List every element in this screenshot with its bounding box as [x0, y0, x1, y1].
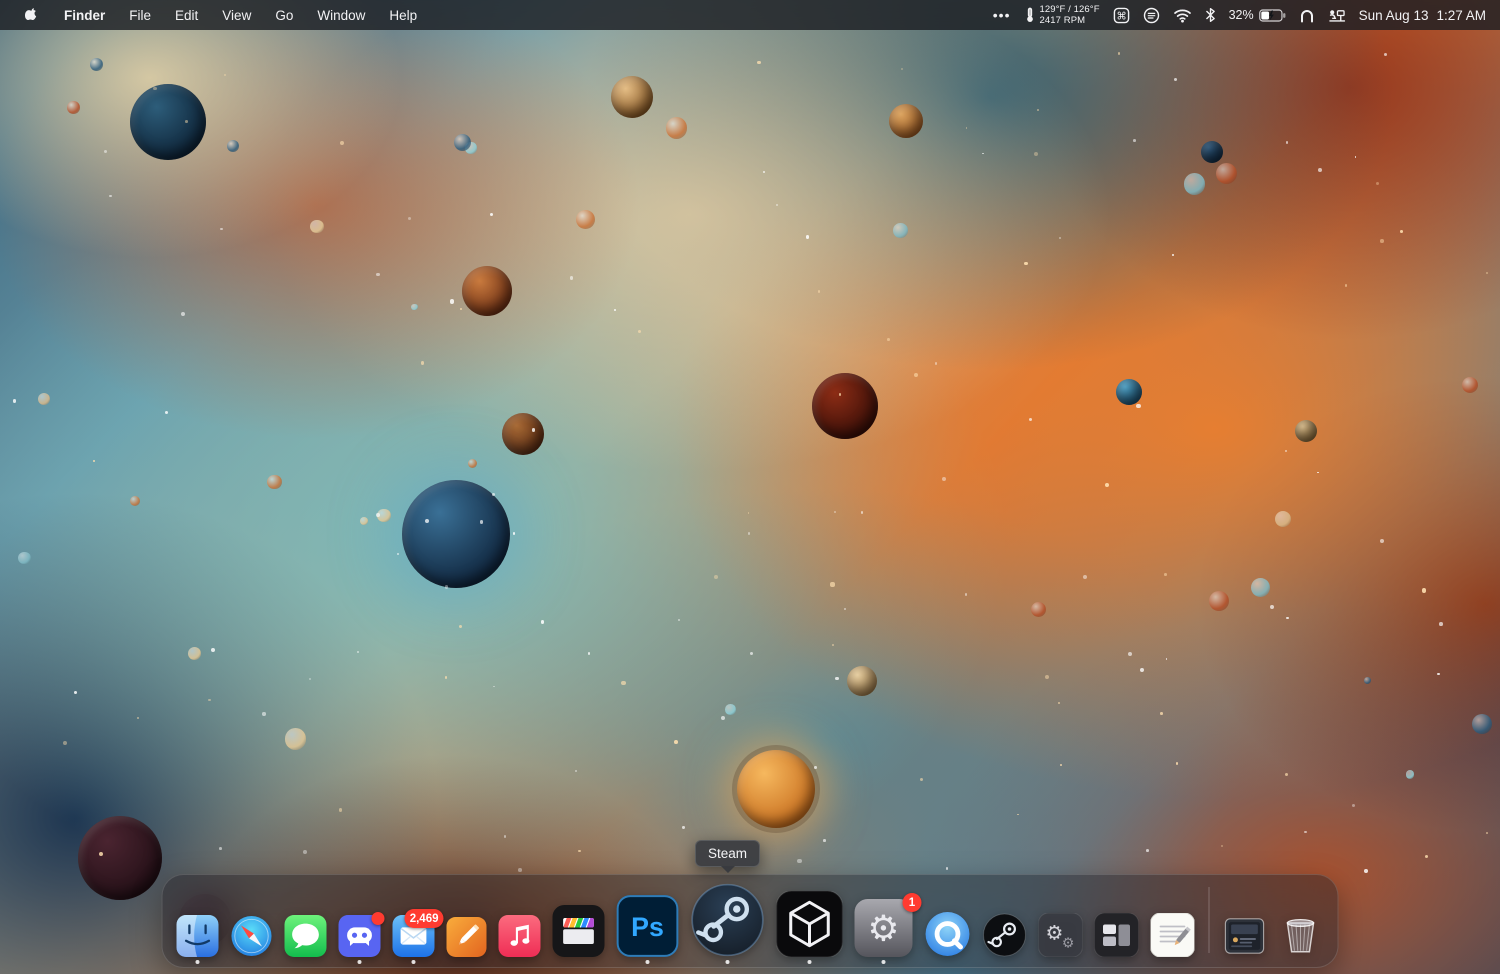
- trash-icon: [1278, 911, 1324, 957]
- temperature-widget[interactable]: 129°F / 126°F 2417 RPM: [1025, 4, 1100, 26]
- screenshot-thumbnail: [1224, 915, 1266, 957]
- fan-rpm-readout: 2417 RPM: [1039, 15, 1086, 26]
- menubar-date: Sun Aug 13: [1358, 7, 1429, 23]
- list-circle-icon[interactable]: [1143, 7, 1160, 24]
- menu-app-name[interactable]: Finder: [54, 5, 115, 26]
- running-indicator: [645, 960, 650, 964]
- temperature-readout: 129°F / 126°F: [1039, 4, 1100, 15]
- thermometer-icon: [1025, 6, 1035, 24]
- dock-icon-pencil-app[interactable]: [446, 917, 487, 957]
- window-manager-icon: [1094, 913, 1139, 957]
- dock-icon-trash[interactable]: [1278, 911, 1324, 957]
- dock-tooltip: Steam: [694, 840, 761, 867]
- svg-text:⌘: ⌘: [1116, 10, 1126, 22]
- cube-app-icon: [776, 891, 843, 957]
- dock-icon-cube-app[interactable]: [776, 891, 843, 964]
- textedit-icon: [1150, 913, 1195, 957]
- dock-icon-final-cut-pro[interactable]: [552, 905, 605, 957]
- dock-icon-discord[interactable]: [338, 912, 385, 964]
- menu-go[interactable]: Go: [265, 5, 303, 26]
- final-cut-icon: [552, 905, 605, 957]
- dock: 2,469 Ps Steam ⚙ 1 ⚙ ⚙: [161, 840, 1339, 968]
- dock-icon-steam-helper[interactable]: [983, 913, 1027, 957]
- steam-helper-icon: [983, 913, 1027, 957]
- workspace-icon[interactable]: [1328, 8, 1346, 23]
- music-icon: [498, 915, 541, 957]
- update-count-badge: 1: [902, 893, 922, 912]
- menu-file[interactable]: File: [119, 5, 161, 26]
- dock-icon-utilities[interactable]: ⚙ ⚙: [1038, 913, 1083, 957]
- safari-icon: [231, 915, 273, 957]
- steam-icon: [691, 883, 765, 957]
- utilities-gears-icon: ⚙ ⚙: [1038, 913, 1083, 957]
- menu-edit[interactable]: Edit: [165, 5, 208, 26]
- battery-percent: 32%: [1228, 8, 1254, 22]
- running-indicator: [881, 960, 886, 964]
- messages-icon: [284, 915, 327, 957]
- dock-icon-finder[interactable]: [176, 915, 219, 964]
- menu-window[interactable]: Window: [307, 5, 375, 26]
- battery-icon: [1258, 8, 1286, 22]
- dock-icon-messages[interactable]: [284, 915, 327, 957]
- wifi-icon[interactable]: [1173, 8, 1192, 23]
- photoshop-icon: Ps: [616, 895, 679, 957]
- command-box-icon[interactable]: ⌘: [1113, 7, 1130, 24]
- dock-icon-safari[interactable]: [231, 915, 273, 957]
- dock-icon-steam[interactable]: Steam: [691, 840, 765, 964]
- arch-icon[interactable]: [1299, 8, 1315, 23]
- pencil-app-icon: [446, 917, 487, 957]
- apple-icon: [24, 6, 40, 24]
- bluetooth-icon[interactable]: [1205, 7, 1216, 23]
- menu-bar: Finder File Edit View Go Window Help •••…: [0, 0, 1500, 30]
- statusbar-overflow-icon[interactable]: •••: [991, 7, 1013, 23]
- dock-icon-textedit[interactable]: [1150, 913, 1195, 957]
- desktop-wallpaper: [0, 0, 1500, 974]
- running-indicator: [357, 960, 362, 964]
- quicktime-icon: [925, 911, 971, 957]
- svg-text:⚙: ⚙: [868, 909, 900, 950]
- running-indicator: [195, 960, 200, 964]
- dock-icon-window-manager[interactable]: [1094, 913, 1139, 957]
- battery-widget[interactable]: 32%: [1229, 8, 1286, 22]
- dock-icon-music[interactable]: [498, 915, 541, 957]
- unread-count-badge: 2,469: [404, 909, 444, 928]
- menu-help[interactable]: Help: [379, 5, 427, 26]
- dock-divider: [1208, 887, 1210, 953]
- dock-icon-system-settings[interactable]: ⚙ 1: [854, 893, 922, 964]
- apple-menu[interactable]: [14, 3, 50, 27]
- menubar-time: 1:27 AM: [1436, 7, 1486, 23]
- dock-icon-mail[interactable]: 2,469: [392, 909, 444, 964]
- notification-badge: [371, 912, 385, 925]
- dock-icon-screenshot-preview[interactable]: [1224, 915, 1266, 957]
- running-indicator: [807, 960, 812, 964]
- finder-icon: [176, 915, 219, 957]
- dock-icon-photoshop[interactable]: Ps: [616, 895, 679, 964]
- running-indicator: [725, 960, 730, 964]
- menubar-clock[interactable]: Sun Aug 13 1:27 AM: [1359, 8, 1486, 23]
- running-indicator: [411, 960, 416, 964]
- svg-text:⚙: ⚙: [1062, 936, 1075, 952]
- svg-text:Ps: Ps: [631, 912, 664, 942]
- dock-icon-quicktime[interactable]: [925, 911, 971, 957]
- menu-view[interactable]: View: [212, 5, 261, 26]
